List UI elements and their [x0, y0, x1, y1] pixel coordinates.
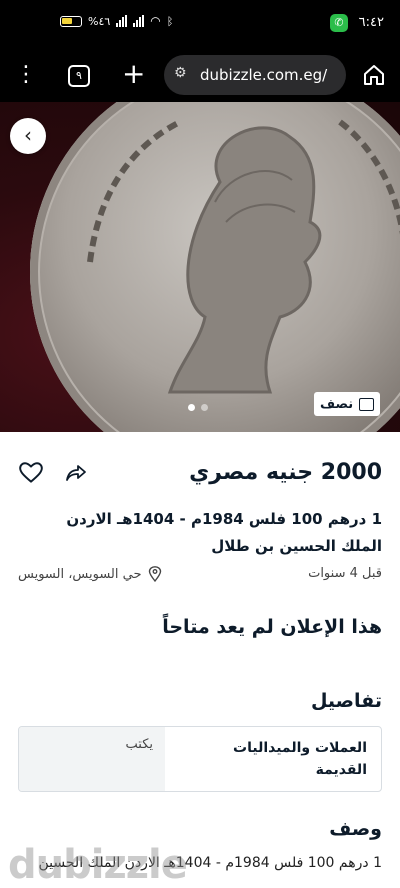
listing-image-gallery[interactable]: ‹ نصف — [0, 102, 400, 432]
details-table: العملات والميداليات القديمة يكتب — [18, 726, 382, 792]
new-tab-icon[interactable]: + — [122, 59, 145, 89]
pagination-dot-active — [188, 404, 195, 411]
tab-switcher-button[interactable]: ٩ — [68, 65, 90, 87]
chevron-left-icon: ‹ — [24, 123, 32, 147]
gallery-pagination — [188, 404, 208, 411]
site-settings-icon[interactable]: ⚙ — [174, 65, 187, 81]
battery-percent: %٤٦ — [88, 14, 111, 28]
battery-icon — [60, 15, 82, 27]
title-line-1: 1 درهم 100 فلس 1984م - 1404هـ الاردن — [66, 510, 382, 528]
favorite-heart-icon[interactable] — [18, 460, 44, 486]
location-pin-icon — [148, 566, 161, 582]
posted-time: قبل 4 سنوات — [308, 566, 382, 581]
browser-toolbar: ⋮ ٩ + ⚙ dubizzle.com.eg/ — [0, 50, 400, 102]
listing-price: 2000 جنيه مصري — [189, 460, 382, 485]
listing-title: 1 درهم 100 فلس 1984م - 1404هـ الاردن الم… — [18, 506, 382, 560]
bluetooth-icon: ᛒ — [166, 14, 174, 28]
back-button[interactable]: ‹ — [10, 118, 46, 154]
media-label: نصف — [320, 396, 354, 412]
location-row: قبل 4 سنوات حي السويس، السويس — [18, 564, 382, 586]
dubizzle-watermark: dubizzle — [8, 842, 188, 888]
description-heading: وصف — [329, 818, 382, 840]
home-icon[interactable] — [362, 63, 386, 87]
listing-location: حي السويس، السويس — [18, 566, 162, 582]
listing-content: 2000 جنيه مصري 1 درهم 100 فلس 1984م - 14… — [0, 432, 400, 888]
details-heading: تفاصيل — [310, 690, 382, 712]
signal-icon-2 — [133, 15, 145, 27]
signal-icon — [116, 15, 128, 27]
address-bar[interactable]: ⚙ dubizzle.com.eg/ — [164, 55, 346, 95]
share-icon[interactable] — [64, 461, 88, 485]
image-icon — [359, 397, 374, 411]
media-count-button[interactable]: نصف — [314, 392, 380, 416]
status-time: ٦:٤٢ — [358, 15, 384, 30]
details-value: العملات والميداليات القديمة — [233, 740, 367, 778]
url-text: dubizzle.com.eg/ — [200, 66, 328, 84]
call-icon: ✆ — [330, 14, 348, 32]
title-line-2: الملك الحسين بن طلال — [211, 537, 382, 555]
status-icons: %٤٦ ◠ ᛒ — [60, 14, 173, 28]
details-key: يكتب — [19, 727, 165, 791]
wifi-icon: ◠ — [150, 14, 161, 28]
pagination-dot — [201, 404, 208, 411]
location-text: حي السويس، السويس — [18, 566, 142, 582]
price-row: 2000 جنيه مصري — [18, 460, 382, 490]
more-menu-icon[interactable]: ⋮ — [14, 62, 38, 90]
coin-portrait — [87, 119, 400, 394]
ad-unavailable-notice: هذا الإعلان لم يعد متاحاً — [162, 616, 382, 638]
coin-photo — [30, 102, 400, 432]
status-bar: %٤٦ ◠ ᛒ ✆ ٦:٤٢ — [0, 0, 400, 50]
